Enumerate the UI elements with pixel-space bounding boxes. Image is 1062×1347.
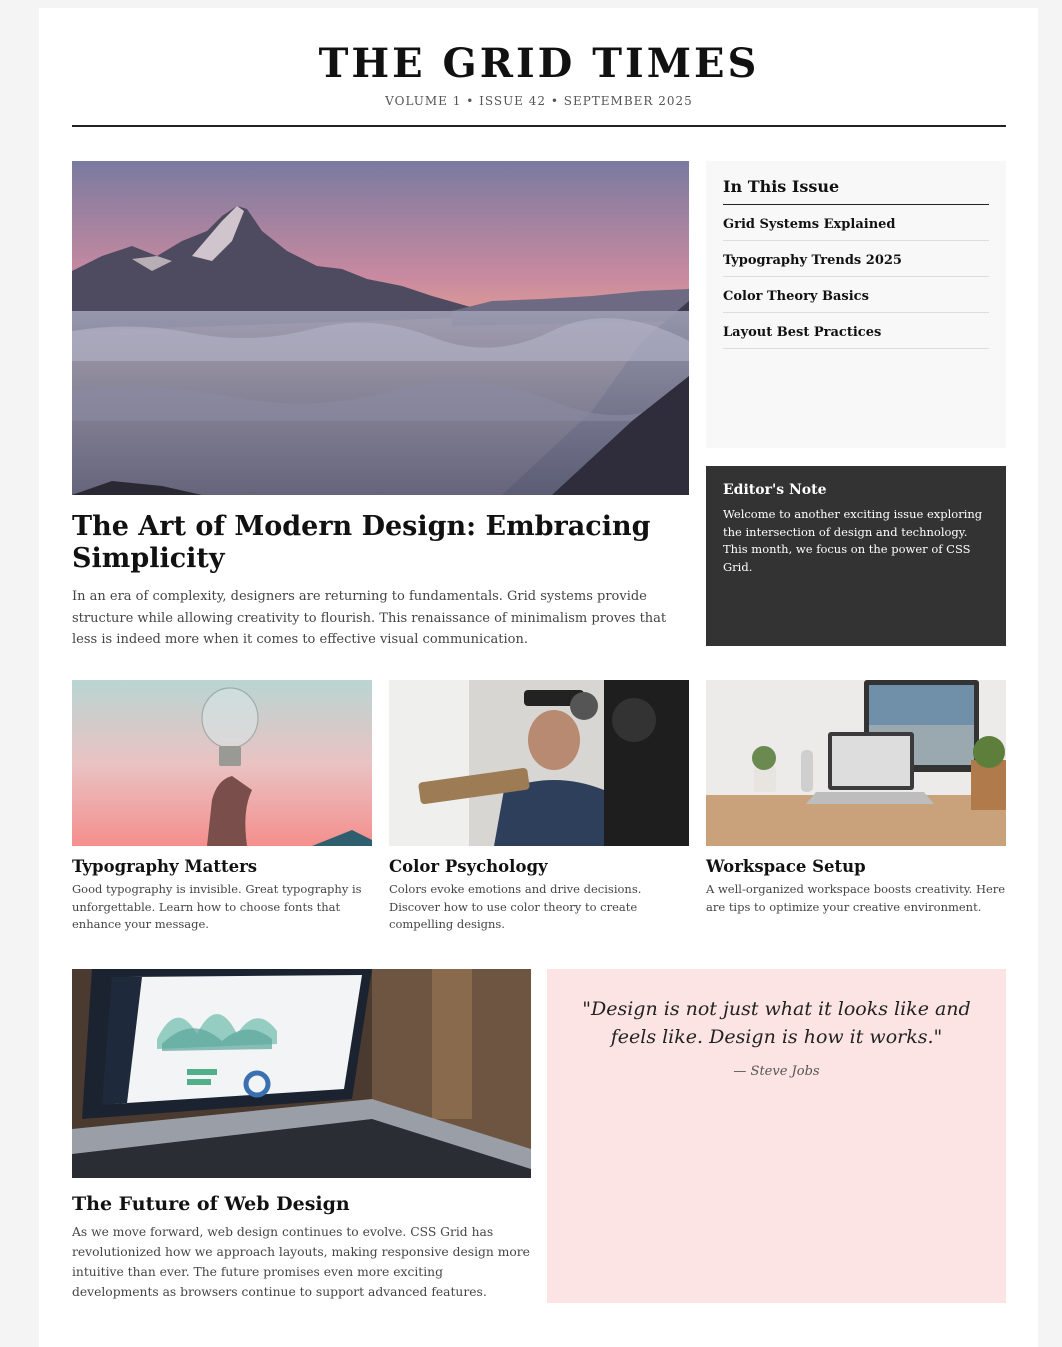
card-summary: A well-organized workspace boosts creati… [706, 882, 1006, 914]
in-this-issue-panel: In This Issue Grid Systems Explained Typ… [706, 161, 1006, 448]
featured-article: The Art of Modern Design: Embracing Simp… [72, 161, 689, 651]
hero-image [72, 161, 689, 495]
toc-list: Grid Systems Explained Typography Trends… [723, 205, 989, 349]
editors-note-heading: Editor's Note [723, 482, 827, 498]
card-summary: Good typography is invisible. Great typo… [72, 882, 362, 932]
featured-summary: In an era of complexity, designers are r… [72, 589, 667, 647]
featured-headline[interactable]: The Art of Modern Design: Embracing Simp… [72, 511, 689, 575]
newsletter-page: THE GRID TIMES VOLUME 1 • ISSUE 42 • SEP… [39, 8, 1038, 1347]
article-card-workspace: Workspace Setup A well-organized workspa… [706, 680, 1006, 916]
toc-item[interactable]: Grid Systems Explained [723, 205, 989, 241]
toc-item[interactable]: Typography Trends 2025 [723, 241, 989, 277]
toc-item[interactable]: Layout Best Practices [723, 313, 989, 349]
toc-item[interactable]: Color Theory Basics [723, 277, 989, 313]
soldering-image [389, 680, 689, 846]
quote-author: — Steve Jobs [733, 1064, 820, 1079]
future-article: The Future of Web Design As we move forw… [72, 969, 531, 1302]
editors-note-panel: Editor's Note Welcome to another excitin… [706, 466, 1006, 646]
future-headline[interactable]: The Future of Web Design [72, 1192, 531, 1216]
article-card-typography: Typography Matters Good typography is in… [72, 680, 372, 934]
laptop-dashboard-image [72, 969, 531, 1178]
masthead: THE GRID TIMES VOLUME 1 • ISSUE 42 • SEP… [72, 8, 1006, 127]
article-card-color: Color Psychology Colors evoke emotions a… [389, 680, 689, 934]
workspace-image [706, 680, 1006, 846]
card-title[interactable]: Color Psychology [389, 857, 689, 877]
future-summary: As we move forward, web design continues… [72, 1225, 530, 1299]
newspaper-title: THE GRID TIMES [318, 40, 760, 87]
card-title[interactable]: Typography Matters [72, 857, 372, 877]
issue-info: VOLUME 1 • ISSUE 42 • SEPTEMBER 2025 [385, 94, 693, 108]
editors-note-text: Welcome to another exciting issue explor… [723, 507, 983, 574]
quote-panel: "Design is not just what it looks like a… [547, 969, 1006, 1303]
card-title[interactable]: Workspace Setup [706, 857, 1006, 877]
lightbulb-image [72, 680, 372, 846]
quote-text: "Design is not just what it looks like a… [582, 998, 971, 1048]
card-summary: Colors evoke emotions and drive decision… [389, 882, 642, 932]
toc-heading: In This Issue [723, 177, 989, 205]
